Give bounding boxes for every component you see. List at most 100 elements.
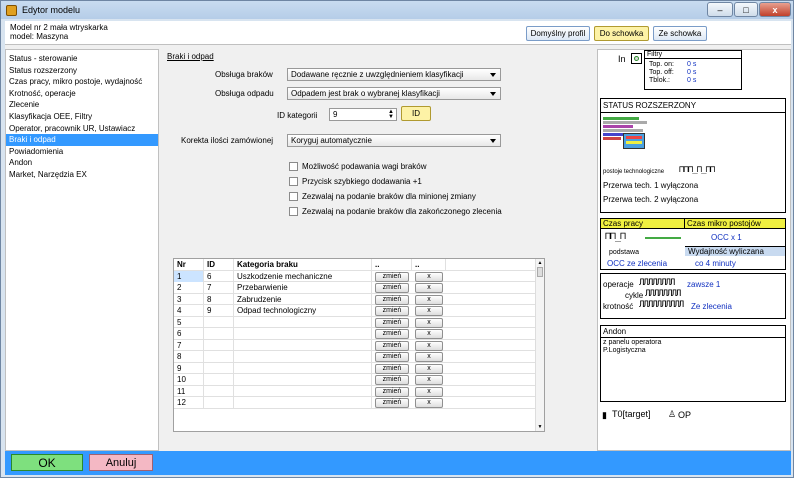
edit-row-button[interactable]: zmień — [375, 375, 409, 385]
row-nr: 12 — [174, 397, 204, 409]
past-shift-checkbox[interactable]: Zezwalaj na podanie braków dla minionej … — [289, 192, 476, 201]
row-id — [204, 374, 234, 386]
table-row[interactable]: 12 zmień x — [174, 397, 536, 409]
chevron-down-icon — [490, 139, 496, 143]
edit-row-button[interactable]: zmień — [375, 283, 409, 293]
editor-window: Edytor modelu – □ x Model nr 2 mała wtry… — [0, 0, 794, 478]
scroll-down-icon[interactable]: ▼ — [536, 424, 544, 430]
table-row[interactable]: 11 zmień x — [174, 385, 536, 397]
delete-row-button[interactable]: x — [415, 398, 443, 408]
table-row[interactable]: 7 zmień x — [174, 339, 536, 351]
table-scrollbar[interactable]: ▲ ▼ — [535, 259, 544, 431]
weight-checkbox[interactable]: Możliwość podawania wagi braków — [289, 162, 427, 171]
col-id: ID — [204, 259, 234, 271]
footer-bar: OK Anuluj — [5, 451, 791, 475]
sidebar-item-andon[interactable]: Andon — [6, 157, 158, 169]
table-row[interactable]: 2 7 Przebarwienie zmień x — [174, 282, 536, 294]
category-id-label: ID kategorii — [277, 111, 318, 120]
closed-order-checkbox[interactable]: Zezwalaj na podanie braków dla zakończon… — [289, 207, 502, 216]
edit-row-button[interactable]: zmień — [375, 352, 409, 362]
edit-row-button[interactable]: zmień — [375, 317, 409, 328]
sidebar-item-defects-waste[interactable]: Braki i odpad — [6, 134, 158, 146]
col-delete: .. — [412, 259, 446, 271]
sidebar-item-multiplicity[interactable]: Krotność, operacje — [6, 88, 158, 100]
edit-row-button[interactable]: zmień — [375, 363, 409, 374]
delete-row-button[interactable]: x — [415, 306, 443, 316]
spinner-arrows-icon[interactable]: ▲ ▼ — [388, 109, 394, 120]
waste-handling-label: Obsługa odpadu — [215, 89, 274, 98]
row-id — [204, 397, 234, 409]
edit-row-button[interactable]: zmień — [375, 329, 409, 339]
delete-row-button[interactable]: x — [415, 375, 443, 385]
row-category: Zabrudzenie — [234, 293, 372, 305]
from-clipboard-button[interactable]: Ze schowka — [653, 26, 707, 41]
input-indicator-icon — [631, 53, 642, 64]
sidebar-item-extended-status[interactable]: Status rozszerzony — [6, 65, 158, 77]
sidebar-item-status-control[interactable]: Status - sterowanie — [6, 53, 158, 65]
table-row[interactable]: 10 zmień x — [174, 374, 536, 386]
target-flag-icon: ▮ — [602, 410, 607, 420]
weight-checkbox-label: Możliwość podawania wagi braków — [302, 162, 427, 171]
defects-handling-select[interactable]: Dodawane ręcznie z uwzględnieniem klasyf… — [287, 68, 501, 81]
maximize-button[interactable]: □ — [734, 2, 758, 17]
edit-row-button[interactable]: zmień — [375, 271, 409, 282]
operations-label: operacje — [603, 280, 634, 289]
delete-row-button[interactable]: x — [415, 340, 443, 351]
delete-row-button[interactable]: x — [415, 294, 443, 305]
to-clipboard-button[interactable]: Do schowka — [594, 26, 649, 41]
delete-row-button[interactable]: x — [415, 386, 443, 397]
sidebar-item-oee-filters[interactable]: Klasyfikacja OEE, Filtry — [6, 111, 158, 123]
row-category: Przebarwienie — [234, 282, 372, 294]
table-row[interactable]: 1 6 Uszkodzenie mechaniczne zmień x — [174, 270, 536, 282]
table-row[interactable]: 8 zmień x — [174, 351, 536, 363]
order-correction-label: Korekta ilości zamówionej — [181, 136, 274, 145]
edit-row-button[interactable]: zmień — [375, 398, 409, 408]
close-button[interactable]: x — [759, 2, 791, 17]
delete-row-button[interactable]: x — [415, 352, 443, 362]
delete-row-button[interactable]: x — [415, 329, 443, 339]
table-row[interactable]: 9 zmień x — [174, 362, 536, 374]
delete-row-button[interactable]: x — [415, 363, 443, 374]
defect-categories-table: Nr ID Kategoria braku .. .. 1 6 Uszkodzeni… — [173, 258, 545, 432]
sidebar-item-notifications[interactable]: Powiadomienia — [6, 146, 158, 158]
order-correction-value: Koryguj automatycznie — [291, 136, 372, 145]
delete-row-button[interactable]: x — [415, 317, 443, 328]
category-id-spinner[interactable]: 9 ▲ ▼ — [329, 108, 397, 121]
table-row[interactable]: 5 zmień x — [174, 316, 536, 328]
quick-add-checkbox[interactable]: Przycisk szybkiego dodawania +1 — [289, 177, 422, 186]
break1-status: Przerwa tech. 1 wyłączona — [603, 181, 699, 190]
tblok-label: Tblok.: — [649, 77, 671, 84]
scroll-up-icon[interactable]: ▲ — [536, 260, 544, 266]
delete-row-button[interactable]: x — [415, 283, 443, 293]
sidebar-item-market-tools[interactable]: Market, Narzędzia EX — [6, 169, 158, 181]
defects-handling-label: Obsługa braków — [215, 70, 273, 79]
row-nr: 10 — [174, 374, 204, 386]
operations-wave-icon: ЛЛЛЛЛЛЛЛ — [639, 278, 675, 288]
cancel-button[interactable]: Anuluj — [89, 454, 153, 471]
section-title: Braki i odpad — [167, 52, 214, 61]
ok-button[interactable]: OK — [11, 454, 83, 471]
app-icon — [6, 4, 17, 16]
sidebar-item-order[interactable]: Zlecenie — [6, 99, 158, 111]
row-id — [204, 339, 234, 351]
edit-row-button[interactable]: zmień — [375, 306, 409, 316]
scroll-thumb[interactable] — [537, 267, 543, 277]
order-correction-select[interactable]: Koryguj automatycznie — [287, 134, 501, 147]
table-row[interactable]: 6 zmień x — [174, 328, 536, 340]
andon-panel: Andon z panelu operatora P.Logistyczna — [600, 325, 786, 402]
table-row[interactable]: 3 8 Zabrudzenie zmień x — [174, 293, 536, 305]
client-area: Model nr 2 mała wtryskarka model: Maszyn… — [5, 21, 791, 475]
edit-row-button[interactable]: zmień — [375, 294, 409, 305]
edit-row-button[interactable]: zmień — [375, 386, 409, 397]
col-nr: Nr — [174, 259, 204, 271]
delete-row-button[interactable]: x — [415, 271, 443, 282]
edit-row-button[interactable]: zmień — [375, 340, 409, 351]
id-button[interactable]: ID — [401, 106, 431, 121]
sidebar-item-operator[interactable]: Operator, pracownik UR, Ustawiacz — [6, 123, 158, 135]
waste-handling-select[interactable]: Odpadem jest brak o wybranej klasyfikacj… — [287, 87, 501, 100]
sidebar-item-work-time[interactable]: Czas pracy, mikro postoje, wydajność — [6, 76, 158, 88]
break2-status: Przerwa tech. 2 wyłączona — [603, 195, 699, 204]
default-profile-button[interactable]: Domyślny profil — [526, 26, 590, 41]
minimize-button[interactable]: – — [707, 2, 733, 17]
table-row[interactable]: 4 9 Odpad technologiczny zmień x — [174, 305, 536, 317]
